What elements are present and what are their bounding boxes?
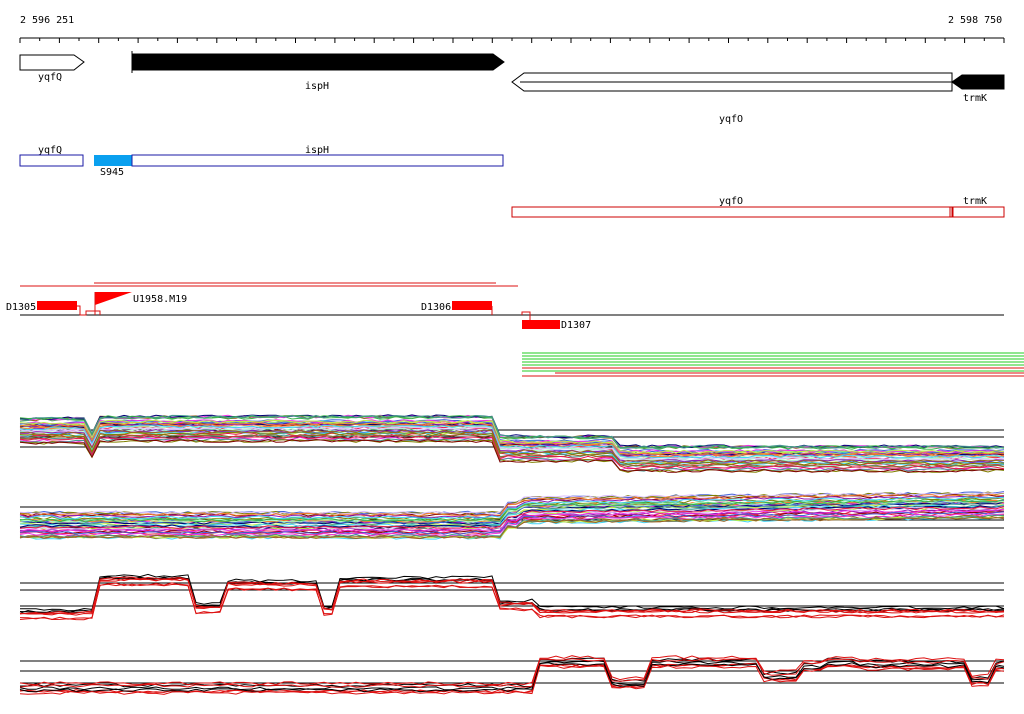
line-stack — [522, 352, 1024, 377]
probe-label-D1305: D1305 — [6, 302, 36, 313]
panel4-trace — [19, 657, 1005, 688]
panel3-trace — [19, 573, 1005, 612]
transcript-box-yqfQ[interactable] — [19, 154, 84, 167]
gene-arrow-ispH[interactable] — [131, 53, 505, 71]
transcript-label-ispH: ispH — [305, 145, 329, 156]
gene-track: yqfQ ispH yqfO trmK — [19, 51, 1005, 125]
probe-label-D1307: D1307 — [561, 320, 591, 331]
gene-label-trmK: trmK — [963, 93, 987, 104]
probe-flag-U1958[interactable] — [95, 292, 132, 305]
transcript-label-yqfQ: yqfQ — [38, 145, 62, 156]
ruler-end-label: 2 598 750 — [948, 15, 1002, 26]
gene-arrow-trmK[interactable] — [951, 74, 1005, 90]
probe-box-D1305[interactable] — [37, 301, 77, 310]
upper-annotation-track: yqfQ S945 ispH — [19, 145, 504, 178]
probe-box-D1306[interactable] — [452, 301, 492, 310]
transcript-label-yqfO: yqfO — [719, 196, 743, 207]
probe-box-D1307[interactable] — [522, 320, 560, 329]
transcript-label-trmK: trmK — [963, 196, 987, 207]
ruler-start-label: 2 596 251 — [20, 15, 74, 26]
gene-label-ispH: ispH — [305, 81, 329, 92]
probe-track: D1305 U1958.M19 D1306 D1307 — [6, 282, 1004, 331]
gene-label-yqfQ: yqfQ — [38, 72, 62, 83]
probe-connector-1 — [77, 305, 101, 316]
probe-label-U1958: U1958.M19 — [133, 294, 187, 305]
expression-traces — [19, 414, 1005, 695]
transcript-box-ispH[interactable] — [131, 154, 504, 167]
coordinate-ruler: 2 596 251 2 598 750 — [19, 15, 1005, 43]
gene-label-yqfO: yqfO — [719, 114, 743, 125]
lower-annotation-track: yqfO trmK — [511, 196, 1005, 218]
transcript-box-trmK[interactable] — [952, 206, 1005, 218]
site-box-S945[interactable] — [94, 155, 132, 166]
probe-connector-3 — [521, 311, 531, 320]
transcript-box-yqfO[interactable] — [511, 206, 953, 218]
gene-arrow-yqfQ[interactable] — [19, 54, 85, 71]
panel3-trace — [19, 575, 1005, 614]
ruler-ticks — [19, 38, 1005, 43]
genome-browser: 2 596 251 2 598 750 yqfQ ispH yqfO trmK … — [6, 15, 1024, 695]
probe-label-D1306: D1306 — [421, 302, 451, 313]
site-label-S945: S945 — [100, 167, 124, 178]
